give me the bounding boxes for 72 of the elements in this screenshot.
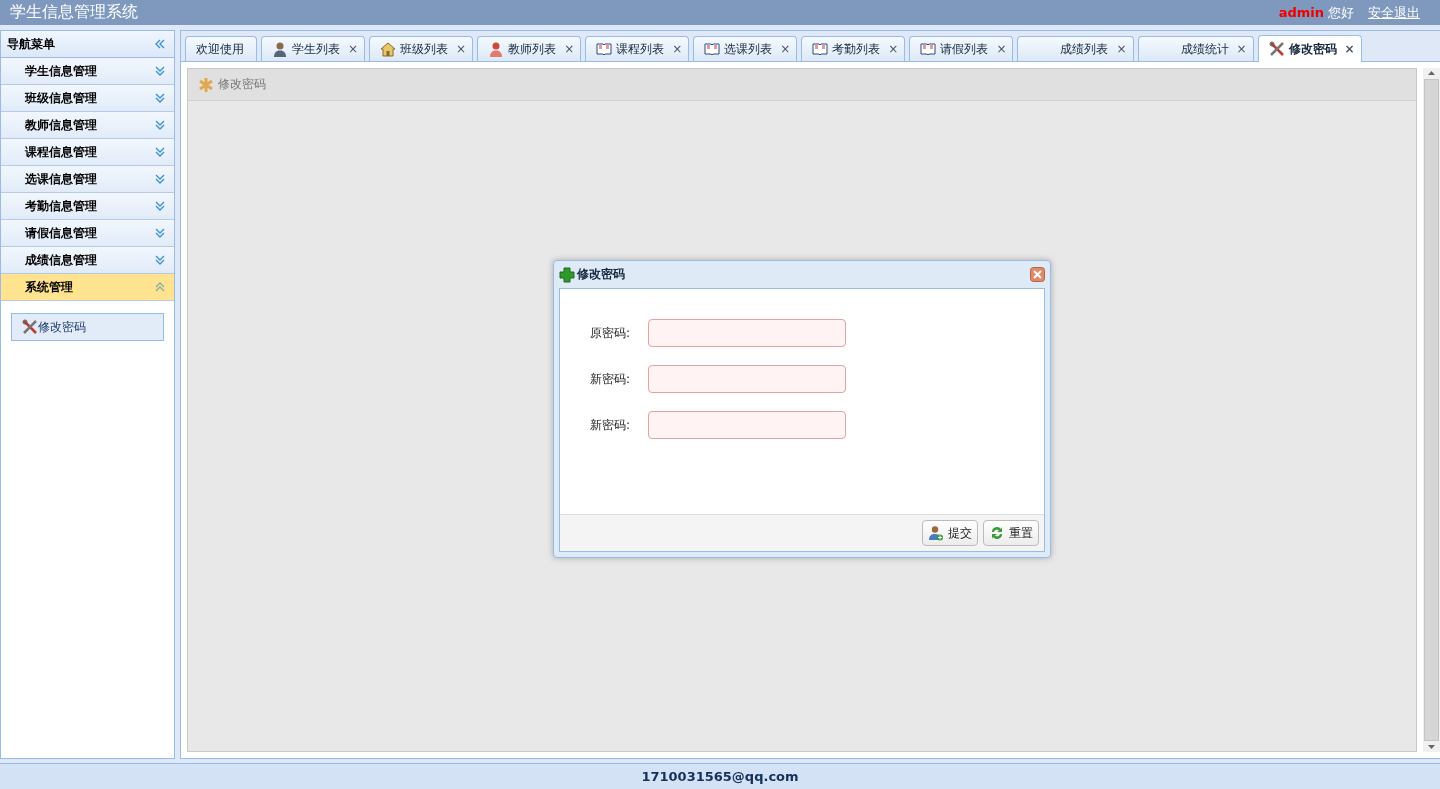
footer-text: 1710031565@qq.com xyxy=(641,769,799,784)
field-label: 新密码: xyxy=(590,416,632,434)
close-icon[interactable]: × xyxy=(1344,42,1355,56)
close-icon[interactable]: × xyxy=(780,42,791,56)
username: admin xyxy=(1278,5,1324,20)
collapse-icon[interactable] xyxy=(154,38,166,50)
password-field[interactable] xyxy=(648,319,846,347)
tab[interactable]: 教师列表 × xyxy=(477,36,582,61)
nav-section[interactable]: 课程信息管理 xyxy=(1,139,174,166)
close-icon[interactable]: × xyxy=(456,42,467,56)
house-icon xyxy=(380,41,397,57)
collapse-icon[interactable] xyxy=(154,281,166,293)
scroll-up-icon[interactable] xyxy=(1427,68,1436,77)
tab[interactable]: 学生列表 × xyxy=(261,36,366,61)
expand-icon[interactable] xyxy=(154,119,166,131)
expand-icon[interactable] xyxy=(154,65,166,77)
field-label: 原密码: xyxy=(590,324,632,342)
expand-icon[interactable] xyxy=(154,254,166,266)
asterisk-icon xyxy=(198,76,214,93)
reset-button[interactable]: 重置 xyxy=(983,520,1039,546)
refresh-icon xyxy=(989,525,1005,541)
greeting: 您好 xyxy=(1328,3,1354,22)
expand-icon[interactable] xyxy=(154,227,166,239)
book-icon xyxy=(812,41,829,57)
nav-section[interactable]: 班级信息管理 xyxy=(1,85,174,112)
close-icon[interactable]: × xyxy=(996,42,1007,56)
tab[interactable]: 请假列表 × xyxy=(909,36,1014,61)
tab[interactable]: 考勤列表 × xyxy=(801,36,906,61)
nav-item[interactable]: 修改密码 xyxy=(11,313,164,341)
nav-section[interactable]: 选课信息管理 xyxy=(1,166,174,193)
tab[interactable]: 修改密码 × xyxy=(1257,35,1362,62)
scroll-down-icon[interactable] xyxy=(1427,743,1436,752)
close-icon[interactable]: × xyxy=(672,42,683,56)
app-title: 学生信息管理系统 xyxy=(10,2,139,23)
person-icon xyxy=(488,41,505,57)
field-label: 新密码: xyxy=(590,370,632,388)
expand-icon[interactable] xyxy=(154,200,166,212)
nav-section[interactable]: 教师信息管理 xyxy=(1,112,174,139)
close-icon[interactable] xyxy=(1030,267,1045,282)
tab[interactable]: 班级列表 × xyxy=(369,36,474,61)
expand-icon[interactable] xyxy=(154,92,166,104)
expand-icon[interactable] xyxy=(154,173,166,185)
book-icon xyxy=(596,41,613,57)
nav-section[interactable]: 成绩信息管理 xyxy=(1,247,174,274)
nav-section[interactable]: 系统管理 xyxy=(1,274,174,301)
password-field[interactable] xyxy=(648,365,846,393)
panel-title: 修改密码 xyxy=(218,76,266,93)
tab[interactable]: 成绩统计 × xyxy=(1137,36,1254,61)
tab[interactable]: 成绩列表 × xyxy=(1017,36,1134,61)
person-icon xyxy=(272,41,288,57)
nav-section[interactable]: 请假信息管理 xyxy=(1,220,174,247)
close-icon[interactable]: × xyxy=(1236,42,1247,56)
tab[interactable]: 欢迎使用 xyxy=(185,36,257,61)
close-icon[interactable]: × xyxy=(564,42,575,56)
book-icon xyxy=(704,41,721,57)
password-field[interactable] xyxy=(648,411,846,439)
dialog-title: 修改密码 xyxy=(577,266,626,283)
tools-icon xyxy=(1268,41,1285,57)
tools-icon xyxy=(22,319,38,335)
close-icon[interactable]: × xyxy=(888,42,899,56)
expand-icon[interactable] xyxy=(154,146,166,158)
tab[interactable]: 选课列表 × xyxy=(693,36,798,61)
submit-button[interactable]: 提交 xyxy=(922,520,978,546)
nav-title: 导航菜单 xyxy=(7,35,55,53)
close-icon[interactable]: × xyxy=(1116,42,1127,56)
close-icon[interactable]: × xyxy=(348,42,359,56)
person-add-icon xyxy=(928,525,944,541)
book-icon xyxy=(920,41,937,57)
tab[interactable]: 课程列表 × xyxy=(585,36,690,61)
nav-section[interactable]: 学生信息管理 xyxy=(1,58,174,85)
plus-icon xyxy=(559,266,575,283)
nav-section[interactable]: 考勤信息管理 xyxy=(1,193,174,220)
